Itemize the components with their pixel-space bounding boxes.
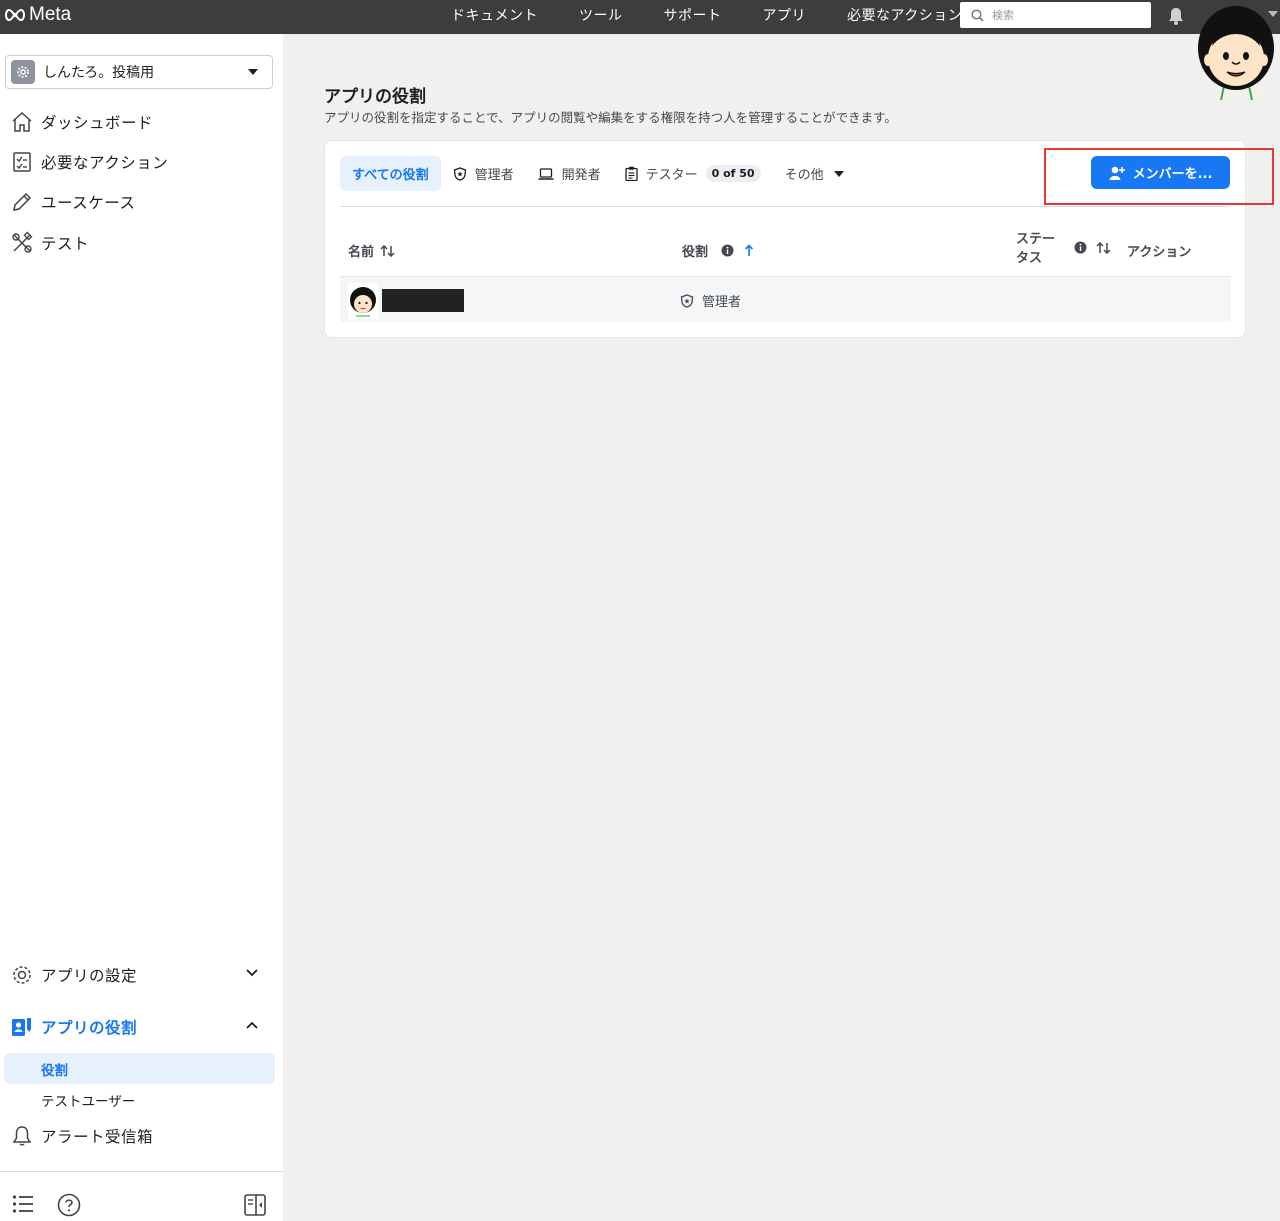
sidebar-item-required-actions[interactable]: 必要なアクション [10, 147, 270, 177]
column-label: ステータス [1016, 232, 1056, 266]
sidebar-item-label: ユースケース [41, 194, 136, 212]
checklist-icon [10, 150, 34, 174]
column-label: 役割 [682, 245, 709, 260]
redacted-username [382, 289, 464, 312]
collapse-sidebar-icon[interactable] [244, 1194, 266, 1216]
top-bar: Meta ドキュメント ツール サポート アプリ 必要なアクション [0, 0, 1280, 34]
list-icon[interactable] [12, 1194, 34, 1214]
shield-star-icon [453, 166, 467, 181]
sidebar-subitem-roles[interactable]: 役割 [4, 1053, 275, 1084]
search-box[interactable] [960, 2, 1151, 28]
sidebar-item-label: 必要なアクション [41, 154, 169, 172]
sort-icon [1096, 241, 1111, 254]
page-description: アプリの役割を指定することで、アプリの閲覧や編集をする権限を持つ人を管理すること… [324, 110, 897, 125]
sidebar-item-app-roles[interactable]: アプリの役割 [10, 1012, 270, 1042]
caret-down-icon [833, 170, 844, 177]
help-icon[interactable] [57, 1193, 81, 1217]
tab-admin[interactable]: 管理者 [441, 156, 526, 191]
sidebar-item-label: アプリの役割 [41, 1019, 138, 1037]
tab-label: 開発者 [561, 168, 601, 183]
row-role-label: 管理者 [702, 295, 742, 310]
sidebar-item-dashboard[interactable]: ダッシュボード [10, 107, 270, 137]
search-input[interactable] [992, 8, 1142, 22]
gear-icon [10, 963, 34, 987]
sidebar-item-use-cases[interactable]: ユースケース [10, 187, 270, 217]
sidebar-item-alert-inbox[interactable]: アラート受信箱 [10, 1121, 270, 1151]
status-header-controls[interactable] [1074, 241, 1111, 254]
tab-all-roles[interactable]: すべての役割 [340, 156, 441, 191]
chevron-down-icon [246, 969, 258, 977]
tab-label: 管理者 [474, 168, 514, 183]
nav-apps[interactable]: アプリ [763, 5, 807, 25]
app-gear-icon [11, 60, 35, 84]
info-icon [1074, 241, 1087, 254]
column-label: アクション [1127, 245, 1192, 260]
tab-other[interactable]: その他 [773, 156, 856, 191]
sidebar-item-test[interactable]: テスト [10, 228, 270, 258]
table-row[interactable]: 管理者 [340, 276, 1231, 322]
meta-infinity-icon [5, 8, 25, 22]
laptop-icon [538, 167, 554, 181]
notification-bell-icon[interactable] [1166, 6, 1186, 26]
logo-text: Meta [29, 4, 72, 25]
column-header-role[interactable]: 役割 [682, 241, 754, 260]
add-person-icon [1109, 165, 1125, 181]
column-header-status[interactable]: ステータス [1016, 230, 1066, 268]
chevron-up-icon [246, 1021, 258, 1029]
page-title: アプリの役割 [324, 87, 426, 107]
tab-tester[interactable]: テスター 0 of 50 [613, 156, 773, 191]
row-role: 管理者 [680, 291, 741, 310]
column-label: 名前 [348, 245, 375, 260]
sidebar-item-label: テスト [41, 235, 90, 253]
info-icon [721, 244, 734, 257]
search-icon [971, 8, 984, 22]
dropdown-caret-icon [248, 69, 258, 75]
sidebar-item-label: ダッシュボード [41, 114, 154, 132]
add-member-button[interactable]: メンバーを... [1091, 156, 1230, 189]
bell-icon [10, 1124, 34, 1148]
tab-label: テスター [645, 168, 698, 183]
nav-documents[interactable]: ドキュメント [451, 5, 538, 25]
shield-star-icon [680, 293, 694, 308]
top-nav: ドキュメント ツール サポート アプリ 必要なアクション [451, 0, 962, 30]
tools-icon [10, 231, 34, 255]
clipboard-icon [624, 166, 638, 181]
divider [340, 206, 1231, 207]
app-selector[interactable]: しんたろ。投稿用 [5, 55, 273, 89]
add-member-label: メンバーを... [1132, 167, 1213, 182]
role-tabs: すべての役割 管理者 開発者 テスター 0 of 50 その他 [340, 156, 856, 191]
sidebar: しんたろ。投稿用 ダッシュボード 必要なアクション ユースケース テスト アプリ… [0, 34, 283, 1221]
home-icon [10, 110, 34, 134]
sidebar-item-label: アプリの設定 [41, 967, 138, 985]
sidebar-item-app-settings[interactable]: アプリの設定 [10, 960, 270, 990]
profile-avatar[interactable] [1194, 0, 1280, 100]
column-header-name[interactable]: 名前 [348, 241, 395, 260]
sidebar-footer [0, 1171, 283, 1221]
roles-icon [10, 1015, 34, 1039]
tester-count-badge: 0 of 50 [705, 165, 761, 182]
nav-required-actions[interactable]: 必要なアクション [847, 5, 962, 25]
meta-logo[interactable]: Meta [4, 4, 71, 26]
app-name: しんたろ。投稿用 [43, 65, 155, 81]
sidebar-subitem-test-users[interactable]: テストユーザー [4, 1084, 275, 1115]
sort-ascending-icon [744, 244, 754, 256]
nav-support[interactable]: サポート [664, 5, 722, 25]
user-avatar [348, 283, 378, 319]
sidebar-item-label: アラート受信箱 [41, 1128, 154, 1146]
tab-label: すべての役割 [352, 168, 429, 183]
tab-label: その他 [784, 168, 824, 183]
column-header-action: アクション [1127, 241, 1191, 260]
nav-tools[interactable]: ツール [579, 5, 623, 25]
pencil-icon [10, 190, 34, 214]
tab-developer[interactable]: 開発者 [526, 156, 613, 191]
sort-icon [380, 244, 395, 257]
